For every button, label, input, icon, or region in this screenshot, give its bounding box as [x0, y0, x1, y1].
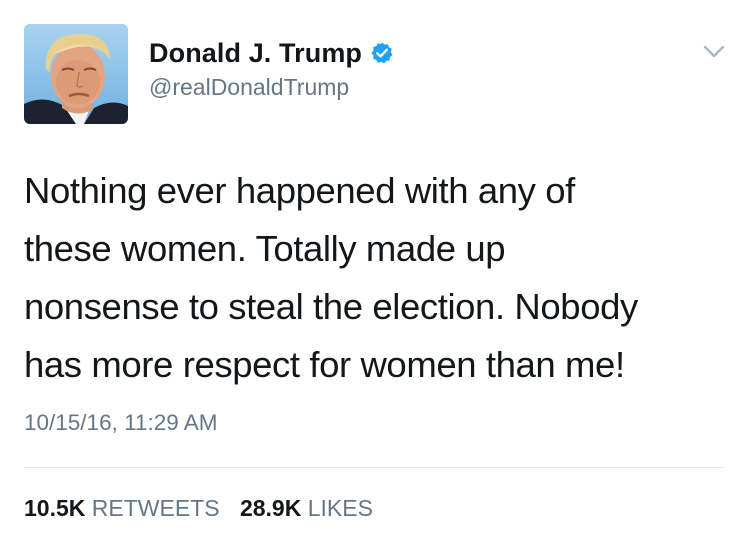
- divider: [24, 467, 725, 468]
- retweets-label: RETWEETS: [91, 495, 220, 521]
- verified-badge-icon: [370, 41, 394, 65]
- tweet-text-line: has more respect for women than me!: [24, 344, 625, 385]
- avatar[interactable]: [24, 24, 128, 124]
- author-name-row[interactable]: Donald J. Trump: [149, 36, 394, 70]
- tweet-card: Donald J. Trump @realDonaldTrump Nothing…: [0, 0, 749, 553]
- tweet-text-line: nonsense to steal the election. Nobody: [24, 286, 638, 327]
- avatar-image: [24, 24, 128, 124]
- tweet-text-line: these women. Totally made up: [24, 228, 506, 269]
- retweets-count: 10.5K: [24, 495, 86, 521]
- retweets-stat[interactable]: 10.5K RETWEETS: [24, 495, 220, 522]
- display-name[interactable]: Donald J. Trump: [149, 38, 362, 69]
- likes-label: LIKES: [307, 495, 373, 521]
- tweet-stats: 10.5K RETWEETS 28.9K LIKES: [24, 495, 373, 522]
- chevron-down-icon[interactable]: [703, 44, 725, 60]
- author-handle[interactable]: @realDonaldTrump: [149, 74, 349, 101]
- likes-stat[interactable]: 28.9K LIKES: [240, 495, 373, 522]
- tweet-text: Nothing ever happened with any of these …: [24, 162, 734, 394]
- tweet-text-line: Nothing ever happened with any of: [24, 170, 575, 211]
- tweet-timestamp[interactable]: 10/15/16, 11:29 AM: [24, 410, 217, 436]
- likes-count: 28.9K: [239, 495, 302, 521]
